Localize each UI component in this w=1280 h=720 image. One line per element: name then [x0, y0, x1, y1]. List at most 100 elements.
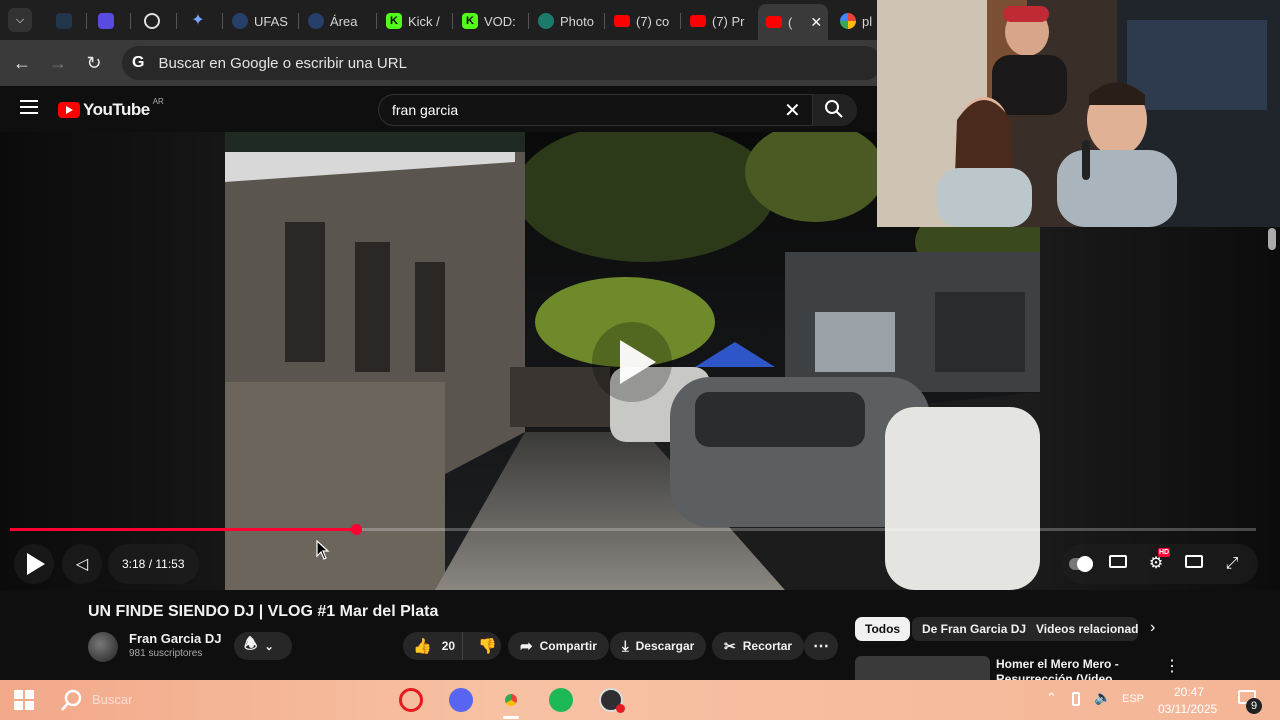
browser-tab[interactable]: ✦	[182, 6, 222, 36]
chrome-icon[interactable]	[499, 688, 523, 712]
dislike-button[interactable]: 👎	[470, 637, 497, 655]
clear-search-icon[interactable]: ✕	[784, 98, 801, 123]
video-details: UN FINDE SIENDO DJ | VLOG #1 Mar del Pla…	[0, 590, 1280, 680]
back-button[interactable]: ←	[11, 52, 33, 74]
start-button[interactable]	[14, 690, 34, 710]
youtube-logo[interactable]: YouTube AR	[58, 97, 164, 120]
tab-divider	[176, 13, 177, 29]
miniplayer-icon	[1185, 555, 1203, 568]
search-input[interactable]: fran garcia	[378, 94, 813, 126]
subscription-notifications-button[interactable]: 🕭 ⌄	[234, 632, 292, 660]
tab-divider	[452, 13, 453, 29]
more-actions-button[interactable]: ⋯	[804, 632, 838, 660]
hamburger-menu-icon[interactable]	[20, 100, 38, 114]
hd-badge: HD	[1158, 548, 1171, 557]
miniplayer-button[interactable]	[1184, 554, 1204, 574]
tab-search-button[interactable]: ⌵	[8, 8, 32, 32]
page-scrollbar[interactable]	[1268, 228, 1276, 250]
chip-todos[interactable]: Todos	[855, 617, 911, 641]
youtube-icon	[690, 15, 706, 27]
area-icon	[308, 13, 324, 29]
taskbar-search-button[interactable]	[60, 688, 84, 712]
tab-divider	[376, 13, 377, 29]
kick-icon: K	[462, 13, 478, 29]
youtube-icon	[614, 15, 630, 27]
recommendation-thumbnail[interactable]	[855, 656, 990, 680]
browser-tab[interactable]: Área	[300, 6, 376, 36]
discord-icon[interactable]	[449, 688, 473, 712]
recommendation-title[interactable]: Homer el Mero Mero - Resurrección (Video…	[996, 657, 1146, 680]
active-app-indicator	[503, 716, 519, 719]
download-button[interactable]: ⤓ Descargar	[610, 632, 707, 660]
taskbar-clock-date[interactable]: 03/11/2025	[1158, 702, 1217, 716]
taskbar-search-box[interactable]: Buscar	[92, 687, 162, 713]
autoplay-toggle-icon	[1069, 556, 1093, 572]
browser-tab[interactable]: K Kick /	[378, 6, 454, 36]
channel-name[interactable]: Fran Garcia DJ	[129, 631, 222, 646]
volume-button[interactable]: ◁	[62, 544, 102, 584]
browser-tab[interactable]	[136, 6, 176, 36]
tab-divider	[528, 13, 529, 29]
spotify-icon[interactable]	[549, 688, 573, 712]
chips-next-button[interactable]: ›	[1150, 619, 1155, 637]
speaker-icon[interactable]: 🔈	[1094, 689, 1111, 706]
chip-from-channel[interactable]: De Fran Garcia DJ	[912, 617, 1037, 641]
download-icon: ⤓	[622, 637, 629, 655]
arrow-right-icon: →	[49, 53, 67, 73]
time-display: 3:18 / 11:53	[108, 544, 199, 584]
play-button[interactable]	[14, 544, 54, 584]
language-indicator[interactable]: ESP	[1122, 693, 1144, 705]
windows-logo-icon	[14, 690, 34, 710]
channel-avatar[interactable]	[88, 632, 118, 662]
scissors-icon: ✂	[724, 637, 736, 654]
browser-tab-active[interactable]: ( ✕	[758, 4, 828, 40]
recommendation-menu-button[interactable]: ⋮	[1164, 656, 1180, 676]
show-hidden-icons-button[interactable]: ⌃	[1046, 690, 1057, 706]
thumbs-up-icon: 👍	[413, 638, 432, 655]
browser-tab[interactable]: UFAS	[224, 6, 300, 36]
tab-divider	[130, 13, 131, 29]
webcam-overlay	[877, 0, 1280, 227]
tab-divider	[298, 13, 299, 29]
clip-button[interactable]: ✂ Recortar	[712, 632, 805, 660]
browser-tab[interactable]	[90, 6, 130, 36]
subtitles-icon	[1109, 555, 1127, 568]
taskbar-clock-time[interactable]: 20:47	[1174, 685, 1204, 699]
opera-icon[interactable]	[399, 688, 423, 712]
autoplay-toggle[interactable]	[1068, 554, 1094, 574]
browser-tab[interactable]	[48, 6, 88, 36]
battery-icon[interactable]	[1072, 692, 1080, 706]
chip-related[interactable]: Videos relacionado	[1026, 617, 1138, 641]
youtube-play-logo-icon	[58, 102, 80, 118]
search-button[interactable]	[813, 94, 857, 126]
reload-button[interactable]: ↻	[83, 52, 105, 74]
browser-tab[interactable]: (7) co	[606, 6, 682, 36]
progress-bar[interactable]	[10, 524, 1256, 535]
gemini-icon: ✦	[191, 12, 205, 29]
chevron-down-icon: ⌵	[15, 14, 25, 26]
close-icon[interactable]: ✕	[810, 14, 822, 31]
settings-button[interactable]: ⚙ HD	[1146, 548, 1171, 574]
kick-icon: K	[386, 13, 402, 29]
bell-icon: 🕭	[244, 635, 258, 653]
browser-tab[interactable]: (7) Pr	[682, 6, 756, 36]
address-bar[interactable]: G Buscar en Google o escribir una URL	[122, 46, 882, 80]
google-g-icon: G	[132, 54, 145, 71]
forward-button[interactable]: →	[47, 52, 69, 74]
browser-tab[interactable]: pl	[832, 6, 878, 36]
browser-tab[interactable]: Photo	[530, 6, 606, 36]
browser-tab[interactable]: K VOD:	[454, 6, 530, 36]
arrow-left-icon: ←	[13, 53, 31, 73]
youtube-icon	[766, 16, 782, 28]
reload-icon: ↻	[86, 53, 102, 73]
subtitles-button[interactable]	[1108, 554, 1128, 574]
share-button[interactable]: ➦ Compartir	[508, 632, 609, 660]
fullscreen-button[interactable]: ⤢	[1222, 554, 1242, 574]
video-title: UN FINDE SIENDO DJ | VLOG #1 Mar del Pla…	[88, 603, 439, 620]
search-icon	[61, 689, 82, 711]
like-dislike-group: 👍 20 👎	[403, 632, 501, 660]
center-play-button[interactable]	[592, 322, 672, 402]
notification-count-badge: 9	[1246, 698, 1262, 714]
address-bar-placeholder: Buscar en Google o escribir una URL	[158, 54, 407, 72]
like-button[interactable]: 👍 20	[403, 632, 463, 660]
